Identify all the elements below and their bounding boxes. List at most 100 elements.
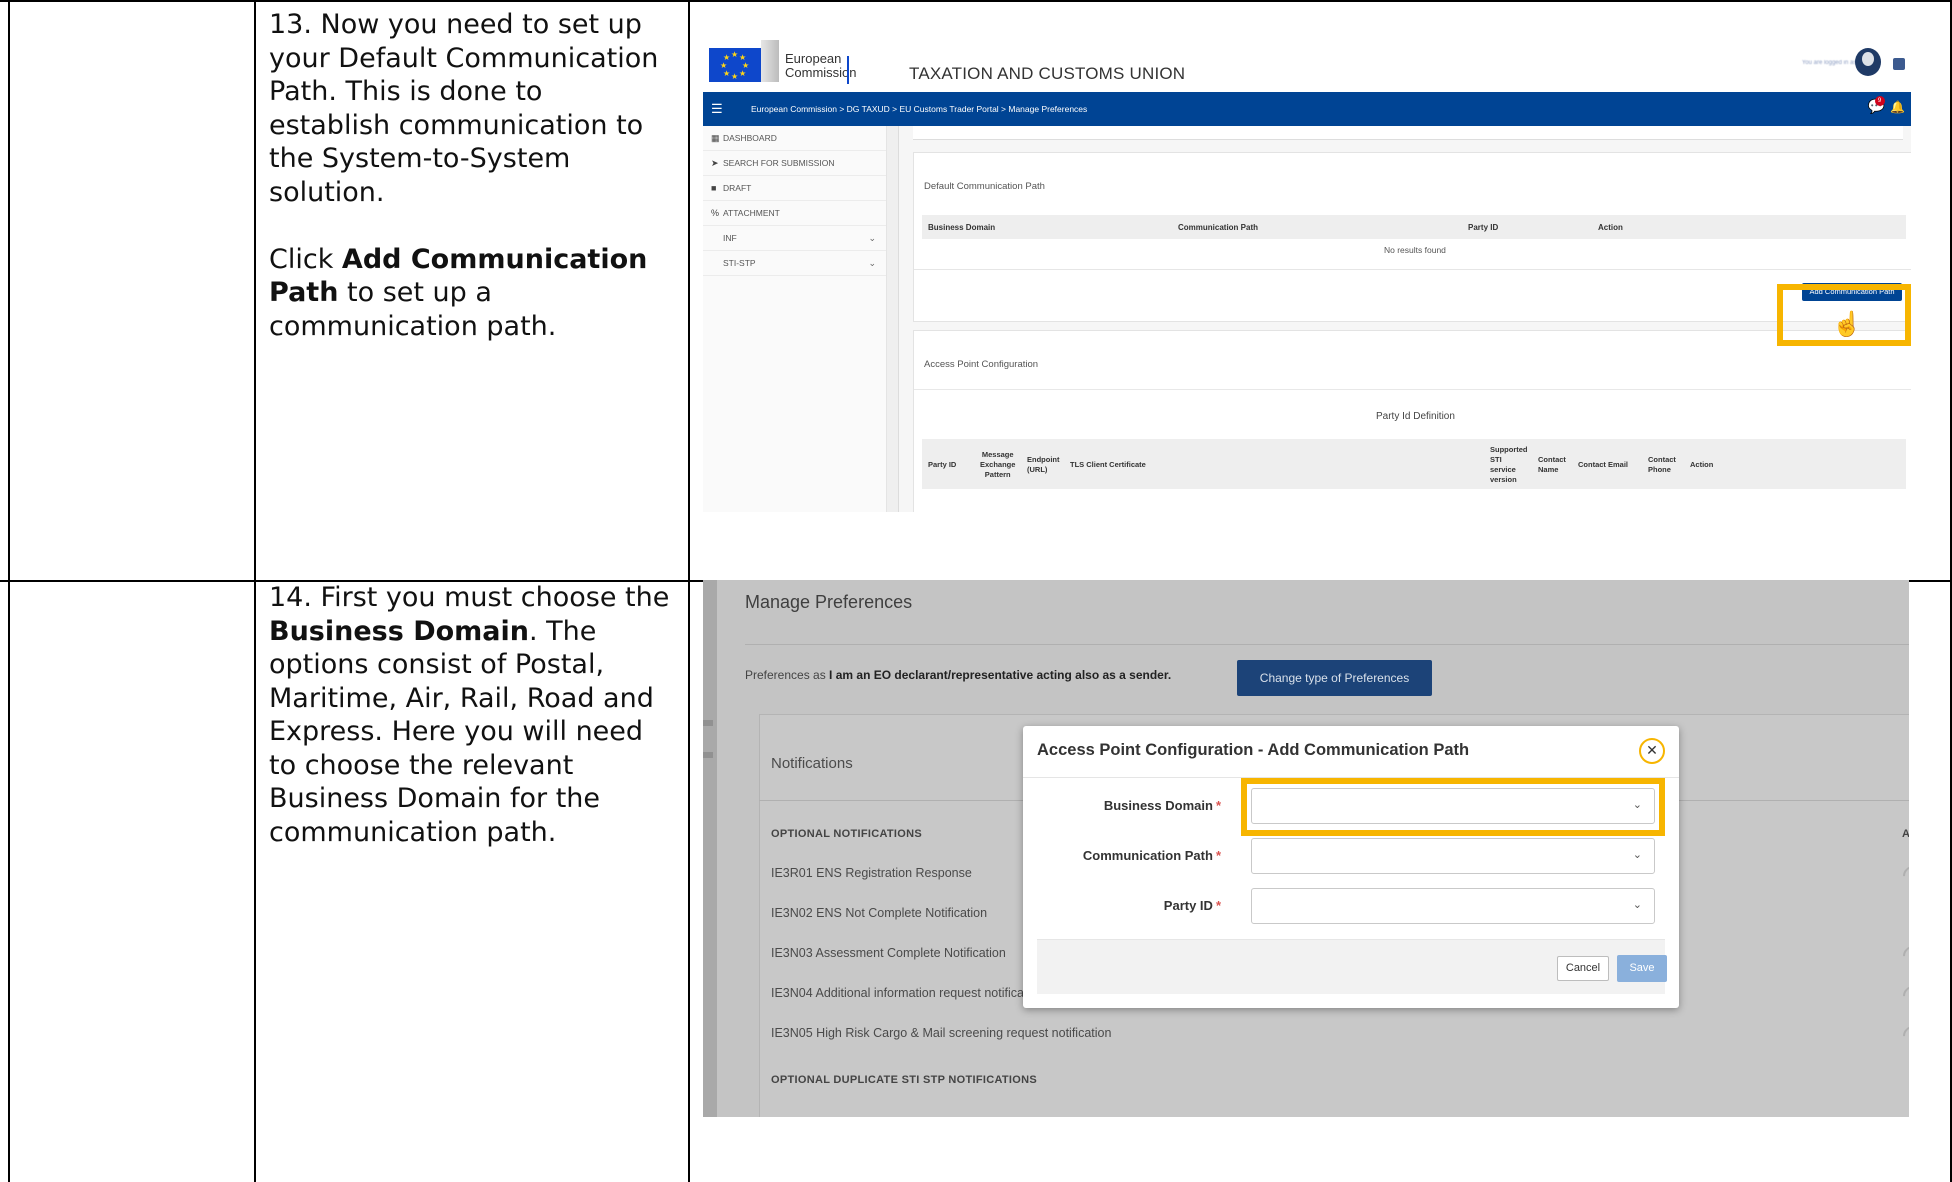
notification-row: IE3N02 ENS Not Complete Notification — [771, 906, 988, 920]
add-communication-path-dialog: Access Point Configuration - Add Communi… — [1023, 726, 1679, 1008]
card-title: Default Communication Path — [924, 181, 1045, 192]
notification-row: IE3N05 High Risk Cargo & Mail screening … — [771, 1026, 1112, 1040]
breadcrumb[interactable]: European Commission > DG TAXUD > EU Cust… — [751, 104, 1087, 114]
chevron-down-icon: ⌄ — [868, 258, 876, 268]
sidebar: ▦ DASHBOARD ➤ SEARCH FOR SUBMISSION ■ DRAFT… — [703, 126, 887, 512]
file-icon: ■ — [711, 183, 717, 193]
as-column-header: AS — [1902, 828, 1909, 840]
step-13-instruction: Path to set up a — [269, 277, 492, 308]
communication-path-label: Communication Path * — [1082, 848, 1221, 863]
hand-cursor-icon: ☝ — [1832, 311, 1862, 338]
chat-icon[interactable]: 💬 9 — [1868, 96, 1885, 115]
step-13-line: Path. This is done to — [269, 76, 543, 107]
table-col-divider-2 — [688, 0, 690, 1182]
step-13-instruction: Click Add Communication — [269, 243, 648, 275]
eu-flag-icon: ★ ★ ★ ★ ★ ★ ★ ★ — [709, 48, 761, 82]
main-content: Default Communication Path Business Doma… — [899, 126, 1911, 512]
sidebar-item-attachment[interactable]: % ATTACHMENT — [703, 201, 886, 226]
column-header: TLS Client Certificate — [1070, 460, 1146, 469]
step-13-line: 13. Now you need to set up — [269, 9, 642, 40]
column-header: Business Domain — [928, 223, 996, 232]
sidebar-item-inf[interactable]: INF ⌄ — [703, 226, 886, 251]
column-header: Contact Email — [1578, 460, 1629, 469]
column-header: Contact Name — [1538, 455, 1566, 474]
step-13-line: the System-to-System — [269, 143, 571, 174]
column-header: Contact Phone — [1648, 455, 1676, 474]
logged-in-user[interactable]: You are logged in as ... — [1802, 60, 1863, 66]
notifications-title: Notifications — [771, 755, 853, 772]
party-id-definition-title: Party Id Definition — [1376, 411, 1455, 422]
chevron-down-icon: ⌄ — [1632, 849, 1642, 861]
notification-row: IE3R01 ENS Registration Response — [771, 866, 972, 880]
dialog-title: Access Point Configuration - Add Communi… — [1037, 741, 1470, 759]
sidebar-resize-handle[interactable] — [887, 126, 899, 512]
breadcrumb-bar: ☰ European Commission > DG TAXUD > EU Cu… — [703, 92, 1911, 126]
bell-icon[interactable]: 🔔 — [1890, 100, 1905, 114]
step-14-line: Business Domain. The — [269, 615, 597, 647]
logo-text: European Commission — [785, 51, 857, 80]
column-header: Communication Path — [1178, 223, 1259, 232]
send-icon: ➤ — [711, 158, 719, 168]
party-id-label: Party ID * — [1163, 898, 1221, 913]
sidebar-collapsed — [703, 580, 717, 1117]
step-13-line: your Default Communication — [269, 42, 659, 74]
column-header: Party ID — [928, 460, 957, 469]
sidebar-item-search-for-submission[interactable]: ➤ SEARCH FOR SUBMISSION — [703, 151, 886, 176]
logo-separator — [847, 56, 849, 84]
column-header: Message Exchange Pattern — [980, 450, 1016, 479]
emphasis-path: Path — [269, 277, 339, 308]
step-13-line: establish communication to — [269, 109, 644, 141]
business-domain-label: Business Domain * — [1103, 798, 1221, 813]
highlight-box — [1241, 778, 1665, 836]
table-border-left — [8, 0, 10, 1182]
site-title: TAXATION AND CUSTOMS UNION — [909, 64, 1186, 83]
cancel-button[interactable]: Cancel — [1557, 956, 1609, 981]
dialog-footer: Cancel Save — [1037, 939, 1667, 994]
access-point-configuration-card: Access Point Configuration Party Id Defi… — [913, 330, 1911, 512]
notification-count-badge: 9 — [1874, 96, 1885, 106]
notification-row: IE3N04 Additional information request no… — [771, 986, 1024, 1000]
column-header: Supported STI service version — [1490, 445, 1528, 484]
save-button[interactable]: Save — [1617, 955, 1667, 982]
hamburger-menu-icon[interactable]: ☰ — [711, 101, 723, 117]
step-14-line: Maritime, Air, Rail, Road and — [269, 682, 654, 714]
step-14-line: 14. First you must choose the — [269, 582, 670, 613]
apps-icon[interactable] — [1893, 58, 1905, 70]
party-id-select[interactable]: ⌄ — [1251, 888, 1655, 924]
sidebar-item-dashboard[interactable]: ▦ DASHBOARD — [703, 126, 886, 151]
chevron-down-icon: ⌄ — [1632, 899, 1642, 911]
table-col-divider-1 — [254, 0, 256, 1182]
communication-path-select[interactable]: ⌄ — [1251, 838, 1655, 874]
table-border-top — [0, 0, 1952, 2]
column-header: Endpoint (URL) — [1027, 455, 1060, 474]
step-13-instruction: communication path. — [269, 310, 557, 342]
dashboard-icon: ▦ — [711, 133, 720, 143]
sidebar-item-sti-stp[interactable]: STI-STP ⌄ — [703, 251, 886, 276]
step-14-line: options consist of Postal, — [269, 649, 605, 680]
close-icon[interactable]: ✕ — [1639, 738, 1665, 764]
avatar[interactable] — [1855, 48, 1881, 76]
step-14-line: communication path. — [269, 816, 557, 848]
screenshot-add-communication-path: Manage Preferences Preferences as I am a… — [703, 580, 1909, 1117]
column-header: Action — [1598, 223, 1623, 232]
party-id-table-header: Party ID Message Exchange Pattern Endpoint… — [922, 439, 1906, 489]
step-14-line: to choose the relevant — [269, 749, 574, 781]
default-communication-path-card: Default Communication Path Business Doma… — [913, 152, 1911, 322]
emphasis-business-domain: Business Domain — [269, 615, 529, 647]
column-header: Action — [1690, 460, 1714, 469]
column-header: Party ID — [1468, 223, 1499, 232]
screenshot-manage-preferences: ★ ★ ★ ★ ★ ★ ★ ★ European Commission TAXATION … — [703, 34, 1911, 512]
step-14-line: Business Domain for the — [269, 783, 601, 814]
sidebar-item-draft[interactable]: ■ DRAFT — [703, 176, 886, 201]
step-13-text: 13. Now you need to set up your Default … — [269, 8, 658, 343]
emphasis-add-communication: Add Communication — [341, 243, 648, 275]
optional-notifications-header: OPTIONAL NOTIFICATIONS — [771, 828, 923, 840]
notification-row: IE3N03 Assessment Complete Notification — [771, 946, 1006, 960]
card-title: Access Point Configuration — [924, 359, 1039, 370]
step-14-text: 14. First you must choose the Business D… — [269, 581, 669, 849]
european-commission-logo: ★ ★ ★ ★ ★ ★ ★ ★ European Commission — [709, 40, 857, 86]
step-13-line: solution. — [269, 176, 385, 208]
empty-table-message: No results found — [1384, 245, 1446, 255]
change-type-of-preferences-button[interactable]: Change type of Preferences — [1237, 660, 1432, 696]
table-header: Business Domain Communication Path Party… — [922, 215, 1906, 239]
